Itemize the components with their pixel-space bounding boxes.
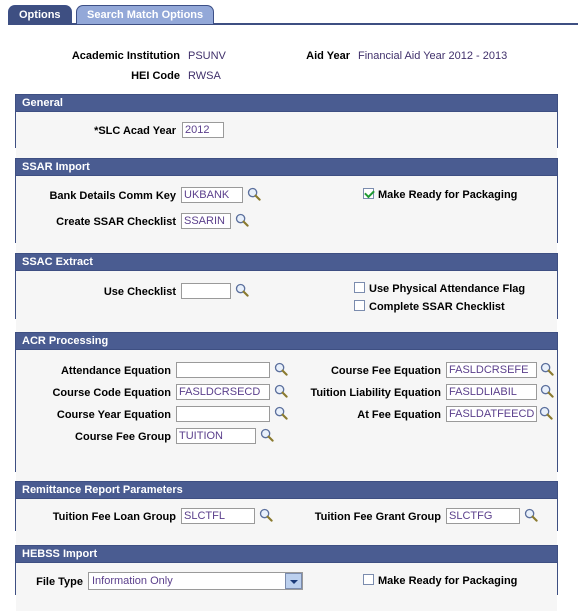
tuition-fee-grant-group-lookup-icon[interactable] <box>524 508 538 522</box>
group-remittance-report-parameters: Remittance Report Parameters Tuition Fee… <box>15 481 558 547</box>
group-ssac-extract-title: SSAC Extract <box>16 254 557 271</box>
tuition-liability-equation-input[interactable] <box>446 384 537 400</box>
group-hebss-import: HEBSS Import File Type Information Only … <box>15 545 558 611</box>
course-fee-group-input[interactable] <box>176 428 256 444</box>
ssar-make-ready-checkbox[interactable] <box>363 188 374 199</box>
complete-ssar-checklist-checkbox[interactable] <box>354 300 365 311</box>
group-ssac-extract: SSAC Extract Use Checklist Use Physical … <box>15 253 558 335</box>
tuition-fee-loan-group-input[interactable] <box>181 508 255 524</box>
ssar-make-ready-checkbox-row[interactable]: Make Ready for Packaging <box>363 188 517 202</box>
use-checklist-input[interactable] <box>181 283 231 299</box>
academic-institution-label: Academic Institution <box>71 50 180 62</box>
course-year-equation-label: Course Year Equation <box>56 409 171 421</box>
ssar-make-ready-label: Make Ready for Packaging <box>378 189 518 201</box>
tuition-fee-loan-group-label: Tuition Fee Loan Group <box>52 511 176 523</box>
hebss-make-ready-checkbox-row[interactable]: Make Ready for Packaging <box>363 574 517 588</box>
tuition-liability-equation-lookup-icon[interactable] <box>540 384 554 398</box>
course-fee-equation-label: Course Fee Equation <box>330 365 441 377</box>
course-code-equation-label: Course Code Equation <box>52 387 171 399</box>
at-fee-equation-label: At Fee Equation <box>357 409 441 421</box>
aid-year-value: Financial Aid Year 2012 - 2013 <box>358 50 508 62</box>
use-physical-attendance-label: Use Physical Attendance Flag <box>369 283 526 295</box>
group-hebss-import-title: HEBSS Import <box>16 546 557 563</box>
course-fee-group-label: Course Fee Group <box>75 431 171 443</box>
complete-ssar-checklist-label: Complete SSAR Checklist <box>369 301 505 313</box>
hei-code-label: HEI Code <box>131 70 180 82</box>
use-physical-attendance-checkbox[interactable] <box>354 282 365 293</box>
slc-acad-year-input[interactable] <box>182 122 224 138</box>
tab-search-match-options-label: Search Match Options <box>87 9 204 21</box>
group-acr-processing: ACR Processing Attendance Equation Cours… <box>15 332 558 488</box>
tab-options-label: Options <box>19 9 61 21</box>
group-general-body: *SLC Acad Year <box>16 112 557 164</box>
create-ssar-checklist-lookup-icon[interactable] <box>235 213 249 227</box>
at-fee-equation-input[interactable] <box>446 406 537 422</box>
use-physical-attendance-checkbox-row[interactable]: Use Physical Attendance Flag <box>354 282 525 296</box>
course-fee-equation-input[interactable] <box>446 362 537 378</box>
group-ssar-import-title: SSAR Import <box>16 159 557 176</box>
attendance-equation-label: Attendance Equation <box>60 365 171 377</box>
create-ssar-checklist-label: Create SSAR Checklist <box>56 216 176 228</box>
bank-details-comm-key-input[interactable] <box>181 187 243 203</box>
use-checklist-label: Use Checklist <box>103 286 176 298</box>
group-ssar-import: SSAR Import Bank Details Comm Key Make R… <box>15 158 558 259</box>
course-year-equation-input[interactable] <box>176 406 270 422</box>
complete-ssar-checklist-checkbox-row[interactable]: Complete SSAR Checklist <box>354 300 505 314</box>
tuition-fee-loan-group-lookup-icon[interactable] <box>259 508 273 522</box>
slc-acad-year-label: *SLC Acad Year <box>94 125 176 137</box>
tuition-fee-grant-group-label: Tuition Fee Grant Group <box>314 511 441 523</box>
hebss-make-ready-checkbox[interactable] <box>363 574 374 585</box>
tuition-fee-grant-group-input[interactable] <box>446 508 520 524</box>
group-ssar-import-body: Bank Details Comm Key Make Ready for Pac… <box>16 176 557 259</box>
use-checklist-lookup-icon[interactable] <box>235 283 249 297</box>
file-type-label: File Type <box>36 576 83 588</box>
tuition-liability-equation-label: Tuition Liability Equation <box>310 387 441 399</box>
course-code-equation-input[interactable] <box>176 384 270 400</box>
page-key-fields: Academic Institution PSUNV Aid Year Fina… <box>0 28 578 82</box>
bank-details-comm-key-label: Bank Details Comm Key <box>49 190 176 202</box>
group-hebss-import-body: File Type Information Only Make Ready fo… <box>16 563 557 611</box>
group-general: General *SLC Acad Year <box>15 94 558 164</box>
group-acr-processing-title: ACR Processing <box>16 333 557 350</box>
group-ssac-extract-body: Use Checklist Use Physical Attendance Fl… <box>16 271 557 335</box>
course-fee-group-lookup-icon[interactable] <box>260 428 274 442</box>
attendance-equation-input[interactable] <box>176 362 270 378</box>
aid-year-label: Aid Year <box>306 50 350 62</box>
tab-bar: Options Search Match Options <box>0 0 578 28</box>
group-general-title: General <box>16 95 557 112</box>
group-remittance-title: Remittance Report Parameters <box>16 482 557 499</box>
tab-search-match-options[interactable]: Search Match Options <box>76 5 215 24</box>
create-ssar-checklist-input[interactable] <box>181 213 231 229</box>
course-fee-equation-lookup-icon[interactable] <box>540 362 554 376</box>
file-type-select[interactable]: Information Only <box>88 572 303 590</box>
hei-code-value: RWSA <box>188 70 221 82</box>
bank-details-lookup-icon[interactable] <box>247 187 261 201</box>
at-fee-equation-lookup-icon[interactable] <box>539 406 553 420</box>
tab-active-connector <box>8 22 70 25</box>
group-remittance-body: Tuition Fee Loan Group Tuition Fee Grant… <box>16 499 557 547</box>
hebss-make-ready-label: Make Ready for Packaging <box>378 575 518 587</box>
group-acr-processing-body: Attendance Equation Course Code Equation… <box>16 350 557 488</box>
